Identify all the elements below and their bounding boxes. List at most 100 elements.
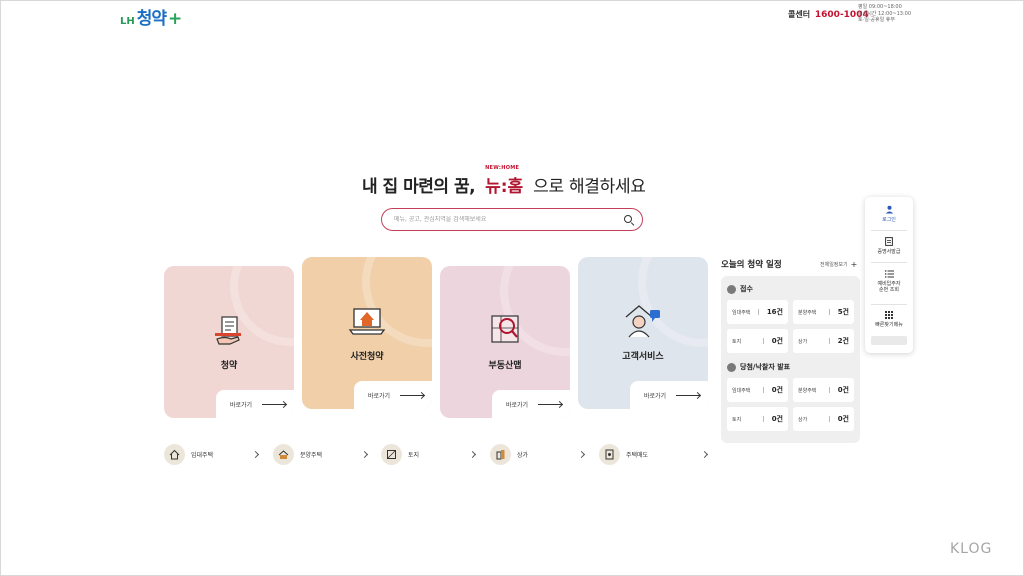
quick-link-house-sale[interactable]: 주택매도: [599, 444, 709, 465]
callcenter-label: 콜센터: [788, 10, 811, 19]
document-icon: [885, 237, 893, 246]
card-title: 고객서비스: [622, 352, 664, 362]
side-label: 증명서발급: [877, 249, 901, 255]
cell-value: 16건: [766, 308, 783, 316]
schedule-cell[interactable]: 토지 0건: [727, 407, 788, 431]
card-go-button[interactable]: 바로가기: [630, 381, 708, 409]
card-go-button[interactable]: 바로가기: [492, 390, 570, 418]
divider: [871, 304, 907, 305]
card-title: 부동산맵: [488, 361, 522, 371]
go-label: 바로가기: [368, 392, 391, 400]
quick-link-label: 주택매도: [626, 452, 649, 459]
list-icon: [884, 270, 894, 278]
side-label: 순번 조회: [879, 287, 899, 293]
quick-link-label: 분양주택: [300, 452, 323, 459]
cell-value: 0건: [837, 415, 849, 423]
arrow-right-icon: [262, 403, 287, 405]
search-icon[interactable]: [624, 214, 634, 225]
chevron-right-icon: [360, 450, 369, 459]
cell-divider: [828, 416, 830, 422]
side-certificate-button[interactable]: 증명서발급: [865, 237, 913, 255]
customer-service-icon: [625, 305, 660, 338]
hours-line: 토·일·공휴일 휴무: [858, 17, 895, 23]
logo-name: 청약: [136, 9, 167, 29]
schedule-cell[interactable]: 상가 2건: [793, 329, 854, 353]
cell-value: 5건: [837, 308, 849, 316]
arrow-right-icon: [538, 403, 563, 405]
brand-kr: 뉴:홈: [485, 177, 524, 197]
map-magnifier-icon: [491, 315, 519, 343]
klog-watermark: KLOG: [950, 541, 993, 557]
schedule-cell[interactable]: 분양주택 5건: [793, 300, 854, 324]
laptop-house-icon: [348, 308, 386, 335]
calendar-icon: [727, 362, 736, 372]
chevron-right-icon: [700, 450, 709, 459]
cell-value: 0건: [771, 337, 783, 345]
side-login-button[interactable]: 로그인: [865, 205, 913, 223]
search-bar: [381, 208, 643, 231]
card-go-button[interactable]: 바로가기: [354, 381, 432, 409]
card-subscription[interactable]: 청약 바로가기: [164, 266, 294, 418]
side-all-menu-button[interactable]: 빠른찾기메뉴: [865, 311, 913, 328]
plus-icon: +: [850, 260, 858, 269]
schedule-section-head: 접수: [727, 284, 753, 294]
building-icon: [490, 444, 511, 465]
card-pre-subscription[interactable]: 사전청약 바로가기: [302, 257, 432, 409]
quick-link-commercial[interactable]: 상가: [490, 444, 586, 465]
user-icon: [885, 205, 893, 214]
cell-value: 0건: [837, 386, 849, 394]
hero-headline: 내 집 마련의 꿈, NEW:HOME 뉴:홈 으로 해결하세요: [362, 165, 646, 197]
land-icon: [381, 444, 402, 465]
quick-link-label: 상가: [517, 452, 529, 459]
cell-key: 상가: [798, 338, 808, 345]
side-waitlist-button[interactable]: 예비입주자 순번 조회: [865, 270, 913, 293]
schedule-cell[interactable]: 분양주택 0건: [793, 378, 854, 402]
newhome-brand: NEW:HOME 뉴:홈: [485, 165, 524, 197]
chevron-right-icon: [468, 450, 477, 459]
cell-key: 분양주택: [798, 309, 817, 316]
cell-divider: [762, 338, 764, 344]
cell-divider: [828, 309, 830, 315]
cell-key: 토지: [732, 416, 742, 423]
quick-link-sale[interactable]: 분양주택: [273, 444, 369, 465]
schedule-cell[interactable]: 토지 0건: [727, 329, 788, 353]
side-label: 로그인: [882, 217, 896, 223]
quick-link-label: 토지: [408, 452, 420, 459]
side-label: 빠른찾기메뉴: [875, 322, 903, 328]
schedule-cell[interactable]: 임대주택 16건: [727, 300, 788, 324]
quick-link-rental[interactable]: 임대주택: [164, 444, 260, 465]
callcenter-hours: 평일 09:00~18:00 점심시간 12:00~13:00 토·일·공휴일 …: [858, 4, 911, 24]
logo-lh: LH: [120, 16, 135, 27]
cell-divider: [828, 387, 830, 393]
pencil-icon: [727, 284, 736, 294]
cell-key: 토지: [732, 338, 742, 345]
cell-divider: [757, 309, 759, 315]
cell-value: 0건: [771, 386, 783, 394]
document-icon: [599, 444, 620, 465]
cell-value: 0건: [771, 415, 783, 423]
schedule-cell[interactable]: 상가 0건: [793, 407, 854, 431]
divider: [871, 262, 907, 263]
quick-link-land[interactable]: 토지: [381, 444, 477, 465]
schedule-cell[interactable]: 임대주택 0건: [727, 378, 788, 402]
logo-plus: +: [168, 9, 183, 29]
card-go-button[interactable]: 바로가기: [216, 390, 294, 418]
lh-logo[interactable]: LH 청약 +: [120, 4, 182, 29]
chevron-right-icon: [251, 450, 260, 459]
quick-link-label: 임대주택: [191, 452, 214, 459]
card-realestate-map[interactable]: 부동산맵 바로가기: [440, 266, 570, 418]
card-customer-service[interactable]: 고객서비스 바로가기: [578, 257, 708, 409]
cell-value: 2건: [837, 337, 849, 345]
cell-key: 분양주택: [798, 387, 817, 394]
hero-post: 으로 해결하세요: [533, 177, 646, 197]
go-label: 바로가기: [644, 392, 667, 400]
house-key-icon: [273, 444, 294, 465]
arrow-right-icon: [400, 394, 425, 396]
cell-divider: [828, 338, 830, 344]
schedule-all-link[interactable]: 전체일정보기 +: [820, 260, 857, 269]
side-top-button[interactable]: [871, 336, 907, 345]
cell-key: 임대주택: [732, 309, 751, 316]
schedule-section-head: 당첨/낙찰자 발표: [727, 362, 790, 372]
schedule-title: 오늘의 청약 일정: [721, 260, 782, 270]
search-input[interactable]: [394, 216, 624, 223]
